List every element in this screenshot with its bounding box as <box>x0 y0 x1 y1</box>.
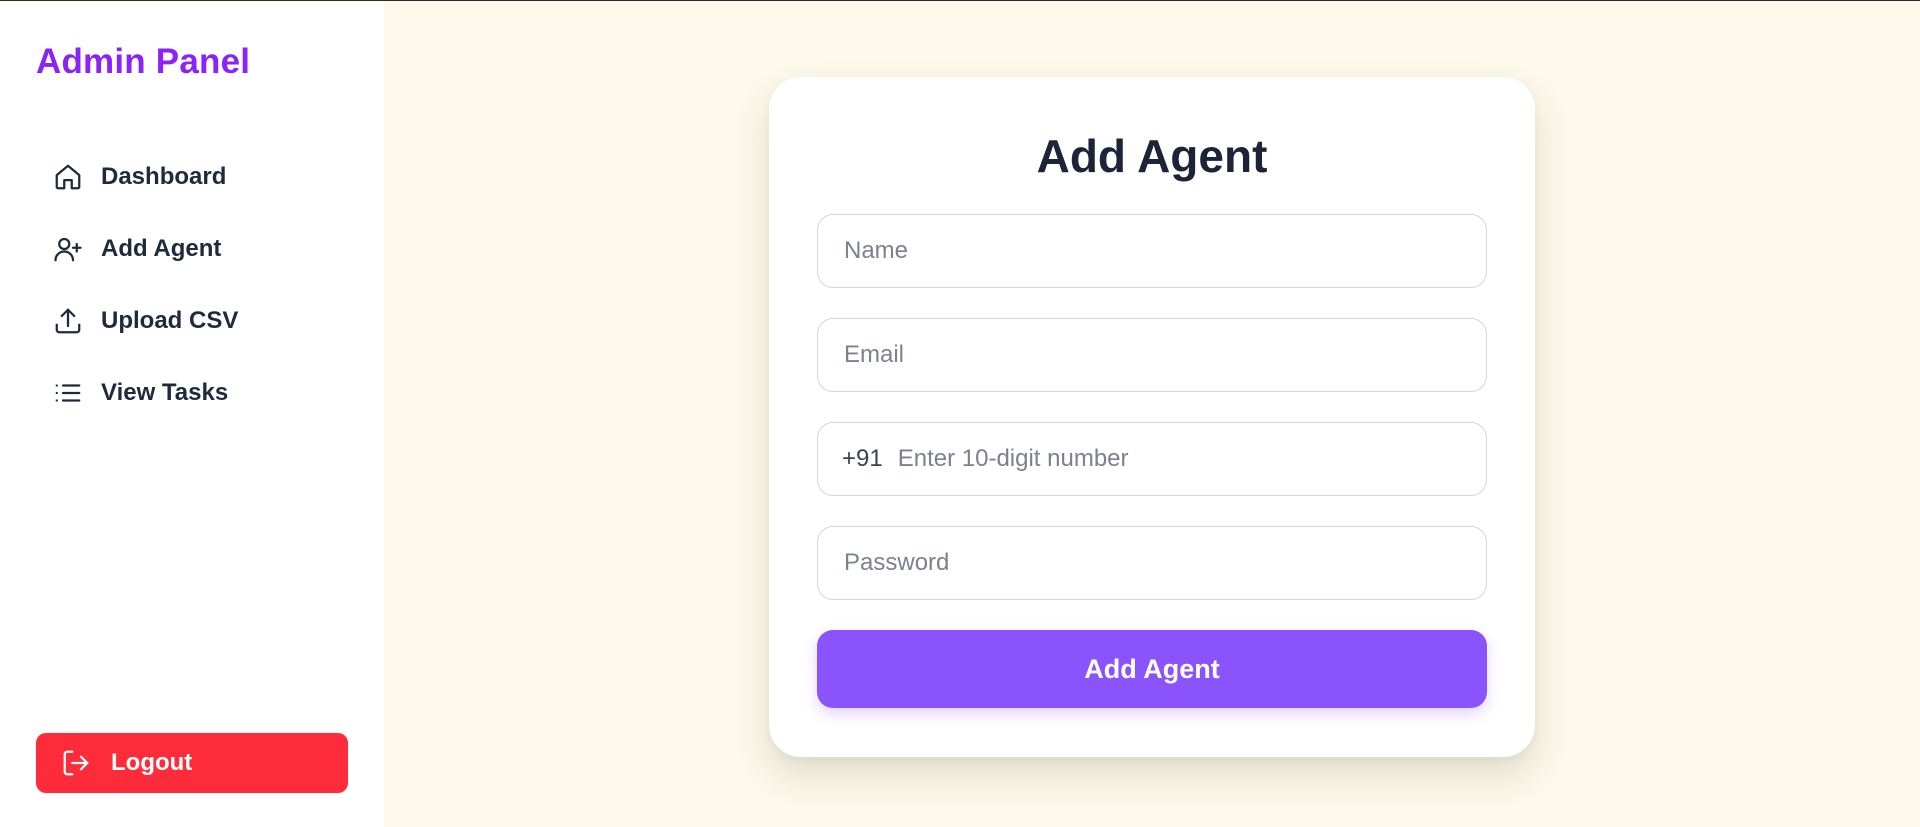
logout-button[interactable]: Logout <box>36 733 348 793</box>
sidebar-item-label: Dashboard <box>101 163 227 190</box>
email-input[interactable] <box>842 340 1462 370</box>
phone-input[interactable] <box>895 444 1462 474</box>
country-code-prefix: +91 <box>842 445 883 472</box>
upload-icon <box>53 306 83 336</box>
brand-title: Admin Panel <box>36 42 251 81</box>
add-agent-submit-button[interactable]: Add Agent <box>817 630 1487 708</box>
sidebar-item-label: Upload CSV <box>101 307 239 334</box>
name-input[interactable] <box>842 236 1462 266</box>
sidebar-item-label: View Tasks <box>101 379 229 406</box>
email-field <box>817 318 1487 392</box>
app-window: Admin Panel Dashboard Add Agent Upload C… <box>0 0 1920 827</box>
page-title: Add Agent <box>1036 130 1268 182</box>
user-plus-icon <box>53 234 83 264</box>
sidebar-item-upload-csv[interactable]: Upload CSV <box>36 293 348 349</box>
logout-label: Logout <box>111 749 193 776</box>
password-field <box>817 526 1487 600</box>
sidebar: Admin Panel Dashboard Add Agent Upload C… <box>0 2 384 827</box>
list-icon <box>53 378 83 408</box>
sidebar-item-view-tasks[interactable]: View Tasks <box>36 365 348 421</box>
main-content: Add Agent +91 Add Agent <box>384 2 1920 827</box>
sidebar-item-add-agent[interactable]: Add Agent <box>36 221 348 277</box>
add-agent-card: Add Agent +91 Add Agent <box>769 77 1535 757</box>
password-input[interactable] <box>842 548 1462 578</box>
sidebar-item-dashboard[interactable]: Dashboard <box>36 149 348 205</box>
logout-icon <box>61 748 91 778</box>
sidebar-nav: Dashboard Add Agent Upload CSV View Task… <box>36 149 348 437</box>
phone-field: +91 <box>817 422 1487 496</box>
name-field <box>817 214 1487 288</box>
home-icon <box>53 162 83 192</box>
sidebar-item-label: Add Agent <box>101 235 222 262</box>
